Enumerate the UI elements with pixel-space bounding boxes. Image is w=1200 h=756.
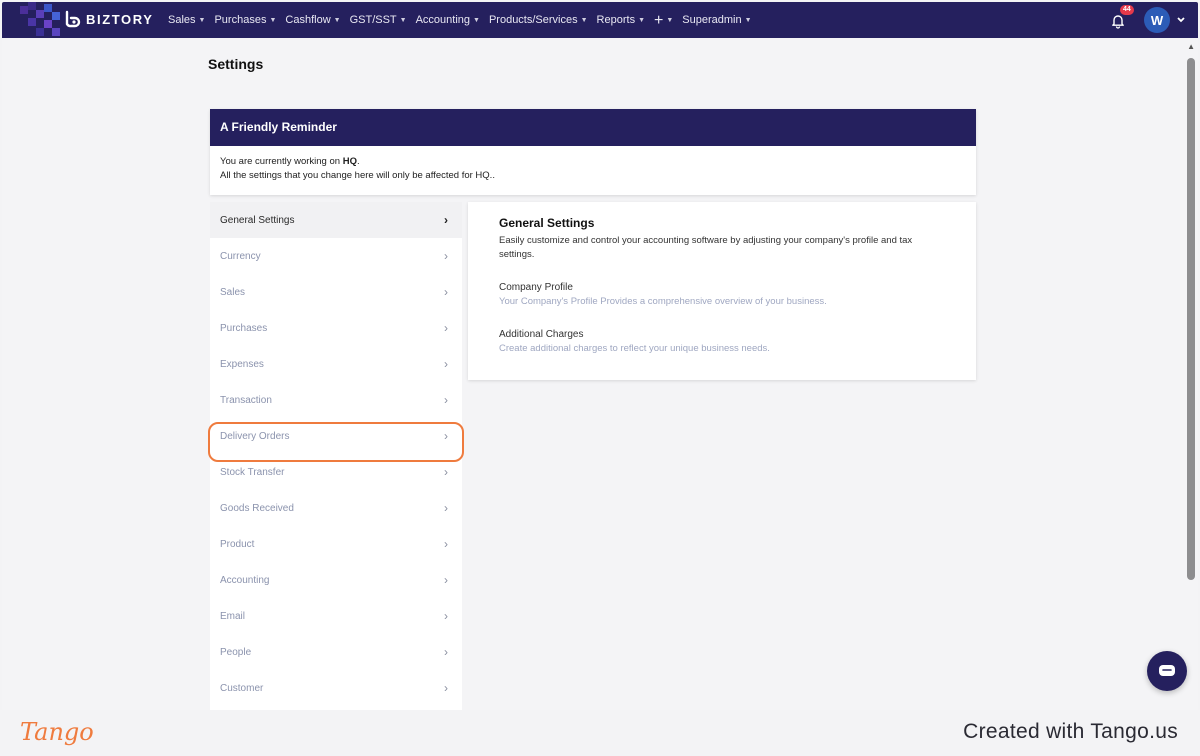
- settings-sidebar: General Settings › Currency › Sales › Purch…: [210, 202, 462, 710]
- nav-right: 44 W: [1110, 2, 1186, 38]
- plus-icon: +: [654, 11, 664, 29]
- sidebar-item-accounting[interactable]: Accounting ›: [210, 562, 462, 598]
- main-menu: Sales ▼ Purchases ▼ Cashflow ▼ GST/SST ▼ Acc…: [168, 2, 761, 38]
- caret-down-icon: ▼: [666, 16, 674, 24]
- panel-title: General Settings: [499, 216, 595, 230]
- menu-products-services[interactable]: Products/Services ▼: [489, 14, 588, 26]
- biztory-logo-icon: [65, 10, 81, 28]
- chevron-right-icon: ›: [444, 393, 448, 407]
- company-profile-link[interactable]: Company Profile Your Company's Profile P…: [499, 282, 945, 307]
- scroll-up-arrow-icon[interactable]: ▲: [1187, 42, 1195, 51]
- caret-down-icon: ▼: [399, 16, 407, 24]
- chevron-right-icon: ›: [444, 501, 448, 515]
- sidebar-item-email[interactable]: Email ›: [210, 598, 462, 634]
- brand-name: BIZTORY: [86, 11, 154, 27]
- chevron-right-icon: ›: [444, 249, 448, 263]
- chevron-right-icon: ›: [444, 429, 448, 443]
- menu-sales[interactable]: Sales ▼: [168, 14, 205, 26]
- reminder-card: A Friendly Reminder You are currently wo…: [210, 109, 976, 195]
- chevron-right-icon: ›: [444, 573, 448, 587]
- menu-purchases[interactable]: Purchases ▼: [214, 14, 276, 26]
- caret-down-icon: ▼: [269, 16, 277, 24]
- user-menu[interactable]: W: [1144, 7, 1186, 33]
- menu-reports[interactable]: Reports ▼: [597, 14, 645, 26]
- menu-quick-add[interactable]: + ▼: [654, 11, 674, 29]
- general-settings-panel: General Settings Easily customize and co…: [468, 202, 976, 380]
- reminder-line-1: You are currently working on HQ.: [220, 156, 360, 167]
- sidebar-item-customer[interactable]: Customer ›: [210, 670, 462, 706]
- page-title: Settings: [208, 56, 264, 72]
- panel-description: Easily customize and control your accoun…: [499, 235, 913, 260]
- notification-badge: 44: [1120, 5, 1134, 15]
- chevron-right-icon: ›: [444, 537, 448, 551]
- menu-cashflow[interactable]: Cashflow ▼: [285, 14, 340, 26]
- sidebar-item-currency[interactable]: Currency ›: [210, 238, 462, 274]
- additional-charges-title: Additional Charges: [499, 329, 584, 340]
- sidebar-item-transaction[interactable]: Transaction ›: [210, 382, 462, 418]
- scrollbar-thumb[interactable]: [1187, 58, 1195, 580]
- caret-down-icon: ▼: [580, 16, 588, 24]
- menu-gst-sst[interactable]: GST/SST ▼: [350, 14, 407, 26]
- sidebar-item-stock-transfer[interactable]: Stock Transfer ›: [210, 454, 462, 490]
- bell-icon: [1112, 15, 1124, 29]
- tango-footer: Tango Created with Tango.us: [0, 710, 1200, 756]
- top-nav: BIZTORY Sales ▼ Purchases ▼ Cashflow ▼ GST/…: [2, 2, 1198, 38]
- sidebar-item-expenses[interactable]: Expenses ›: [210, 346, 462, 382]
- created-with-text: Created with Tango.us: [963, 720, 1178, 743]
- avatar: W: [1144, 7, 1170, 33]
- caret-down-icon: ▼: [333, 16, 341, 24]
- additional-charges-link[interactable]: Additional Charges Create additional cha…: [499, 329, 945, 354]
- sidebar-item-people[interactable]: People ›: [210, 634, 462, 670]
- sidebar-item-delivery-orders[interactable]: Delivery Orders ›: [210, 418, 462, 454]
- company-profile-desc: Your Company's Profile Provides a compre…: [499, 296, 827, 307]
- caret-down-icon: ▼: [198, 16, 206, 24]
- reminder-body: You are currently working on HQ. All the…: [210, 146, 976, 192]
- tango-logo: Tango: [20, 718, 94, 746]
- chevron-right-icon: ›: [444, 681, 448, 695]
- brand-logo[interactable]: BIZTORY: [64, 10, 154, 28]
- additional-charges-desc: Create additional charges to reflect you…: [499, 343, 770, 354]
- caret-down-icon: ▼: [473, 16, 480, 24]
- caret-down-icon: ▼: [638, 16, 646, 24]
- chat-button[interactable]: [1147, 651, 1187, 691]
- menu-superadmin[interactable]: Superadmin ▼: [682, 14, 751, 26]
- chevron-down-icon: [1177, 17, 1185, 23]
- sidebar-item-product[interactable]: Product ›: [210, 526, 462, 562]
- reminder-heading: A Friendly Reminder: [210, 109, 976, 146]
- menu-accounting[interactable]: Accounting ▼: [416, 14, 480, 26]
- chevron-right-icon: ›: [444, 213, 448, 227]
- notifications-button[interactable]: 44: [1110, 5, 1134, 29]
- company-profile-title: Company Profile: [499, 282, 573, 293]
- chevron-right-icon: ›: [444, 285, 448, 299]
- chevron-right-icon: ›: [444, 465, 448, 479]
- app-window: BIZTORY Sales ▼ Purchases ▼ Cashflow ▼ GST/…: [2, 2, 1198, 710]
- sidebar-item-goods-received[interactable]: Goods Received ›: [210, 490, 462, 526]
- chevron-right-icon: ›: [444, 645, 448, 659]
- sidebar-item-general-settings[interactable]: General Settings ›: [210, 202, 462, 238]
- sidebar-item-sales[interactable]: Sales ›: [210, 274, 462, 310]
- branch-name: HQ: [342, 156, 357, 167]
- sidebar-item-purchases[interactable]: Purchases ›: [210, 310, 462, 346]
- chevron-right-icon: ›: [444, 609, 448, 623]
- caret-down-icon: ▼: [744, 16, 752, 24]
- chat-icon: [1159, 665, 1175, 676]
- chevron-right-icon: ›: [444, 321, 448, 335]
- chevron-right-icon: ›: [444, 357, 448, 371]
- reminder-line-2: All the settings that you change here wi…: [220, 170, 495, 181]
